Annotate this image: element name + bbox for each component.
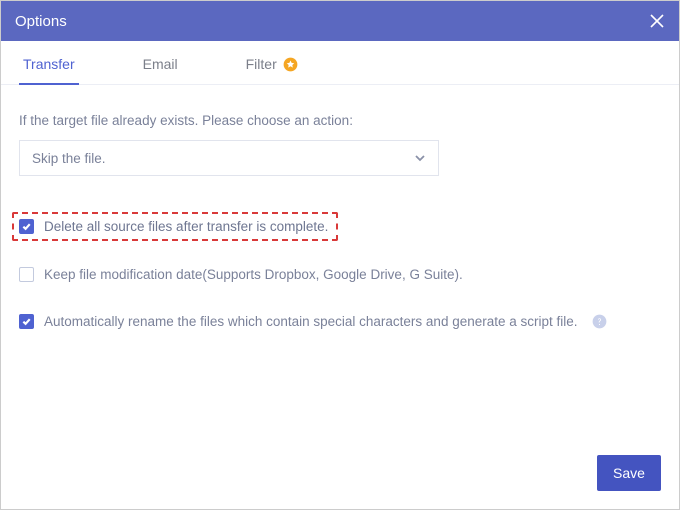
checkbox-delete-source[interactable]: [19, 219, 34, 234]
tab-filter-label: Filter: [246, 56, 277, 72]
checkmark-icon: [22, 222, 31, 231]
action-select-value: Skip the file.: [32, 151, 106, 166]
tab-filter[interactable]: Filter: [242, 44, 302, 85]
save-button[interactable]: Save: [597, 455, 661, 491]
tab-email-label: Email: [143, 56, 178, 72]
tab-transfer[interactable]: Transfer: [19, 44, 79, 85]
row-auto-rename: Automatically rename the files which con…: [19, 314, 661, 329]
tab-email[interactable]: Email: [139, 44, 182, 85]
tab-transfer-label: Transfer: [23, 56, 75, 72]
checkbox-keep-mtime[interactable]: [19, 267, 34, 282]
action-select[interactable]: Skip the file.: [19, 140, 439, 176]
chevron-down-icon: [414, 152, 426, 164]
highlight-delete-source: Delete all source files after transfer i…: [12, 212, 338, 241]
row-keep-mtime: Keep file modification date(Supports Dro…: [19, 267, 661, 282]
dialog-title: Options: [15, 13, 67, 30]
star-icon: [283, 57, 298, 72]
titlebar: Options: [1, 1, 679, 41]
checkbox-auto-rename[interactable]: [19, 314, 34, 329]
content-area: If the target file already exists. Pleas…: [1, 85, 679, 509]
help-icon[interactable]: [592, 314, 607, 329]
label-auto-rename: Automatically rename the files which con…: [44, 314, 578, 329]
label-keep-mtime: Keep file modification date(Supports Dro…: [44, 267, 463, 282]
instruction-text: If the target file already exists. Pleas…: [19, 113, 661, 128]
label-delete-source: Delete all source files after transfer i…: [44, 219, 328, 234]
tabs: Transfer Email Filter: [1, 41, 679, 85]
checkmark-icon: [22, 317, 31, 326]
close-icon[interactable]: [649, 13, 665, 29]
